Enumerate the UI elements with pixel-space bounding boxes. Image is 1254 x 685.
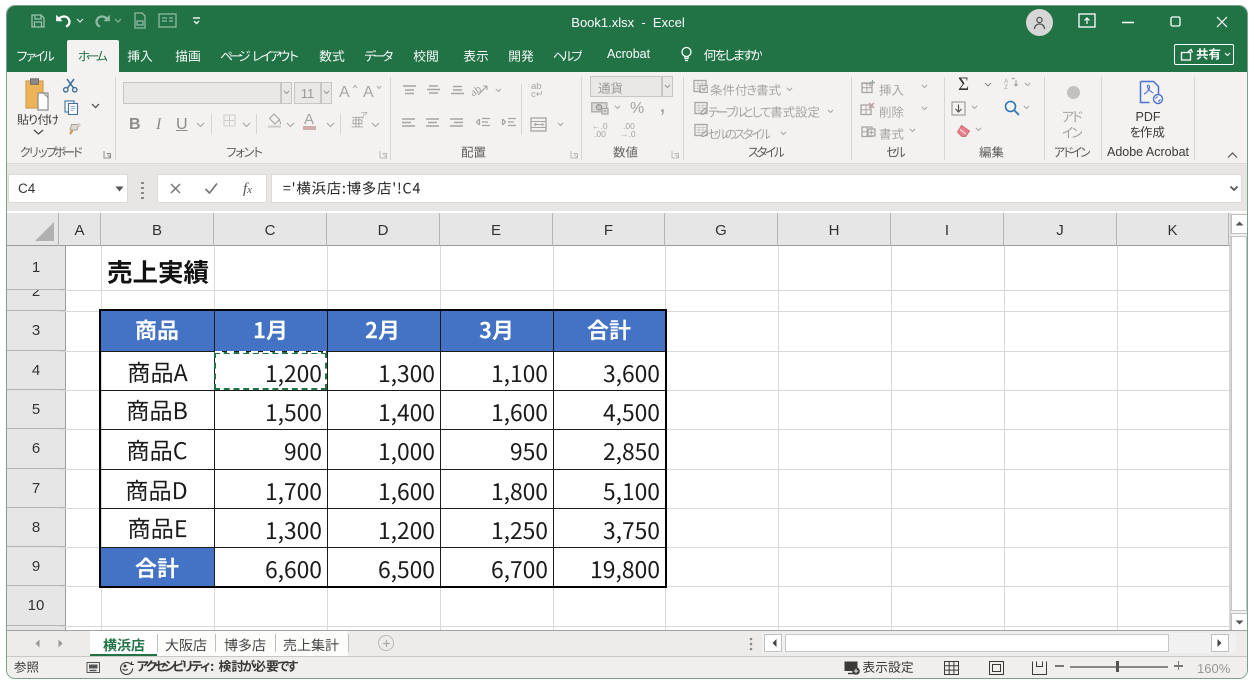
- svg-text:Z: Z: [1004, 84, 1008, 89]
- svg-text:.00: .00: [594, 129, 606, 137]
- svg-text:→.0: →.0: [620, 129, 636, 137]
